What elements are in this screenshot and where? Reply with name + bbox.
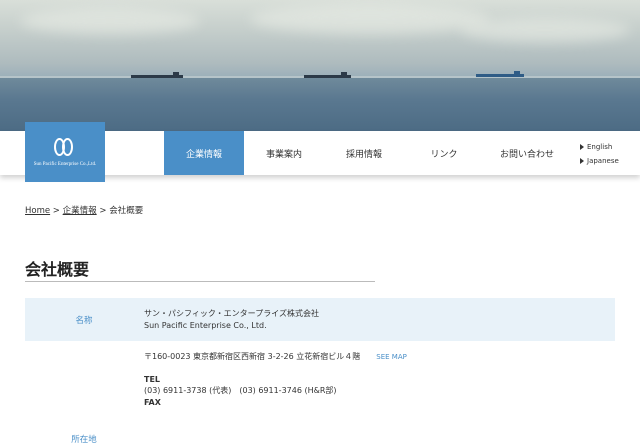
logo-text: Sun Pacific Enterprise Co.,Ltd. [33,161,97,167]
hero-ship [476,71,524,77]
lang-japanese-label: Japanese [587,157,619,165]
title-divider [25,281,375,282]
hero-cloud [460,18,630,42]
fax-label: FAX [144,398,161,407]
lang-japanese-link[interactable]: Japanese [580,154,619,168]
hero-ship [131,72,183,78]
breadcrumb-company-link[interactable]: 企業情報 [63,206,97,216]
address-line: 〒160-0023 東京都新宿区西新宿 3-2-26 立花新宿ビル４階 SEE M… [144,351,407,363]
company-info-table: 名称 サン・パシフィック・エンタープライズ株式会社 Sun Pacific En… [25,298,615,445]
breadcrumb-home-link[interactable]: Home [25,206,50,216]
hero-cloud [20,8,200,34]
address-label: 所在地 [71,435,97,445]
logo-mark-icon [54,137,76,156]
lang-english-label: English [587,143,613,151]
main-menu: 企業情報 事業案内 採用情報 リンク お問い合わせ [164,131,570,175]
address-text: 〒160-0023 東京都新宿区西新宿 3-2-26 立花新宿ビル４階 [144,352,361,361]
menu-item-contact[interactable]: お問い合わせ [484,131,570,175]
company-name-en: Sun Pacific Enterprise Co., Ltd. [144,321,267,330]
tel-label: TEL [144,375,161,384]
breadcrumb-current: 会社概要 [109,206,144,216]
menu-item-links[interactable]: リンク [404,131,484,175]
hero-ship [304,72,351,78]
hero-cloud [250,4,490,34]
see-map-link[interactable]: SEE MAP [376,353,407,361]
table-row-address: 所在地 〒160-0023 東京都新宿区西新宿 3-2-26 立花新宿ビル４階 S… [25,341,615,445]
menu-item-business[interactable]: 事業案内 [244,131,324,175]
table-row-name: 名称 サン・パシフィック・エンタープライズ株式会社 Sun Pacific En… [25,298,615,341]
menu-item-company[interactable]: 企業情報 [164,131,244,175]
triangle-right-icon [580,144,584,150]
language-switcher: English Japanese [580,140,619,168]
tel-value: (03) 6911-3738 (代表) (03) 6911-3746 (H&R部… [144,386,337,395]
page-title: 会社概要 [25,260,90,279]
menu-item-recruit[interactable]: 採用情報 [324,131,404,175]
breadcrumb-separator: > [50,206,63,216]
name-label: 名称 [75,316,93,326]
company-logo[interactable]: Sun Pacific Enterprise Co.,Ltd. [25,122,105,182]
hero-banner [0,0,640,132]
triangle-right-icon [580,158,584,164]
lang-english-link[interactable]: English [580,140,619,154]
breadcrumb-separator: > [96,206,110,216]
company-name-ja: サン・パシフィック・エンタープライズ株式会社 [144,309,319,318]
breadcrumb: Home > 企業情報 > 会社概要 [25,204,143,216]
